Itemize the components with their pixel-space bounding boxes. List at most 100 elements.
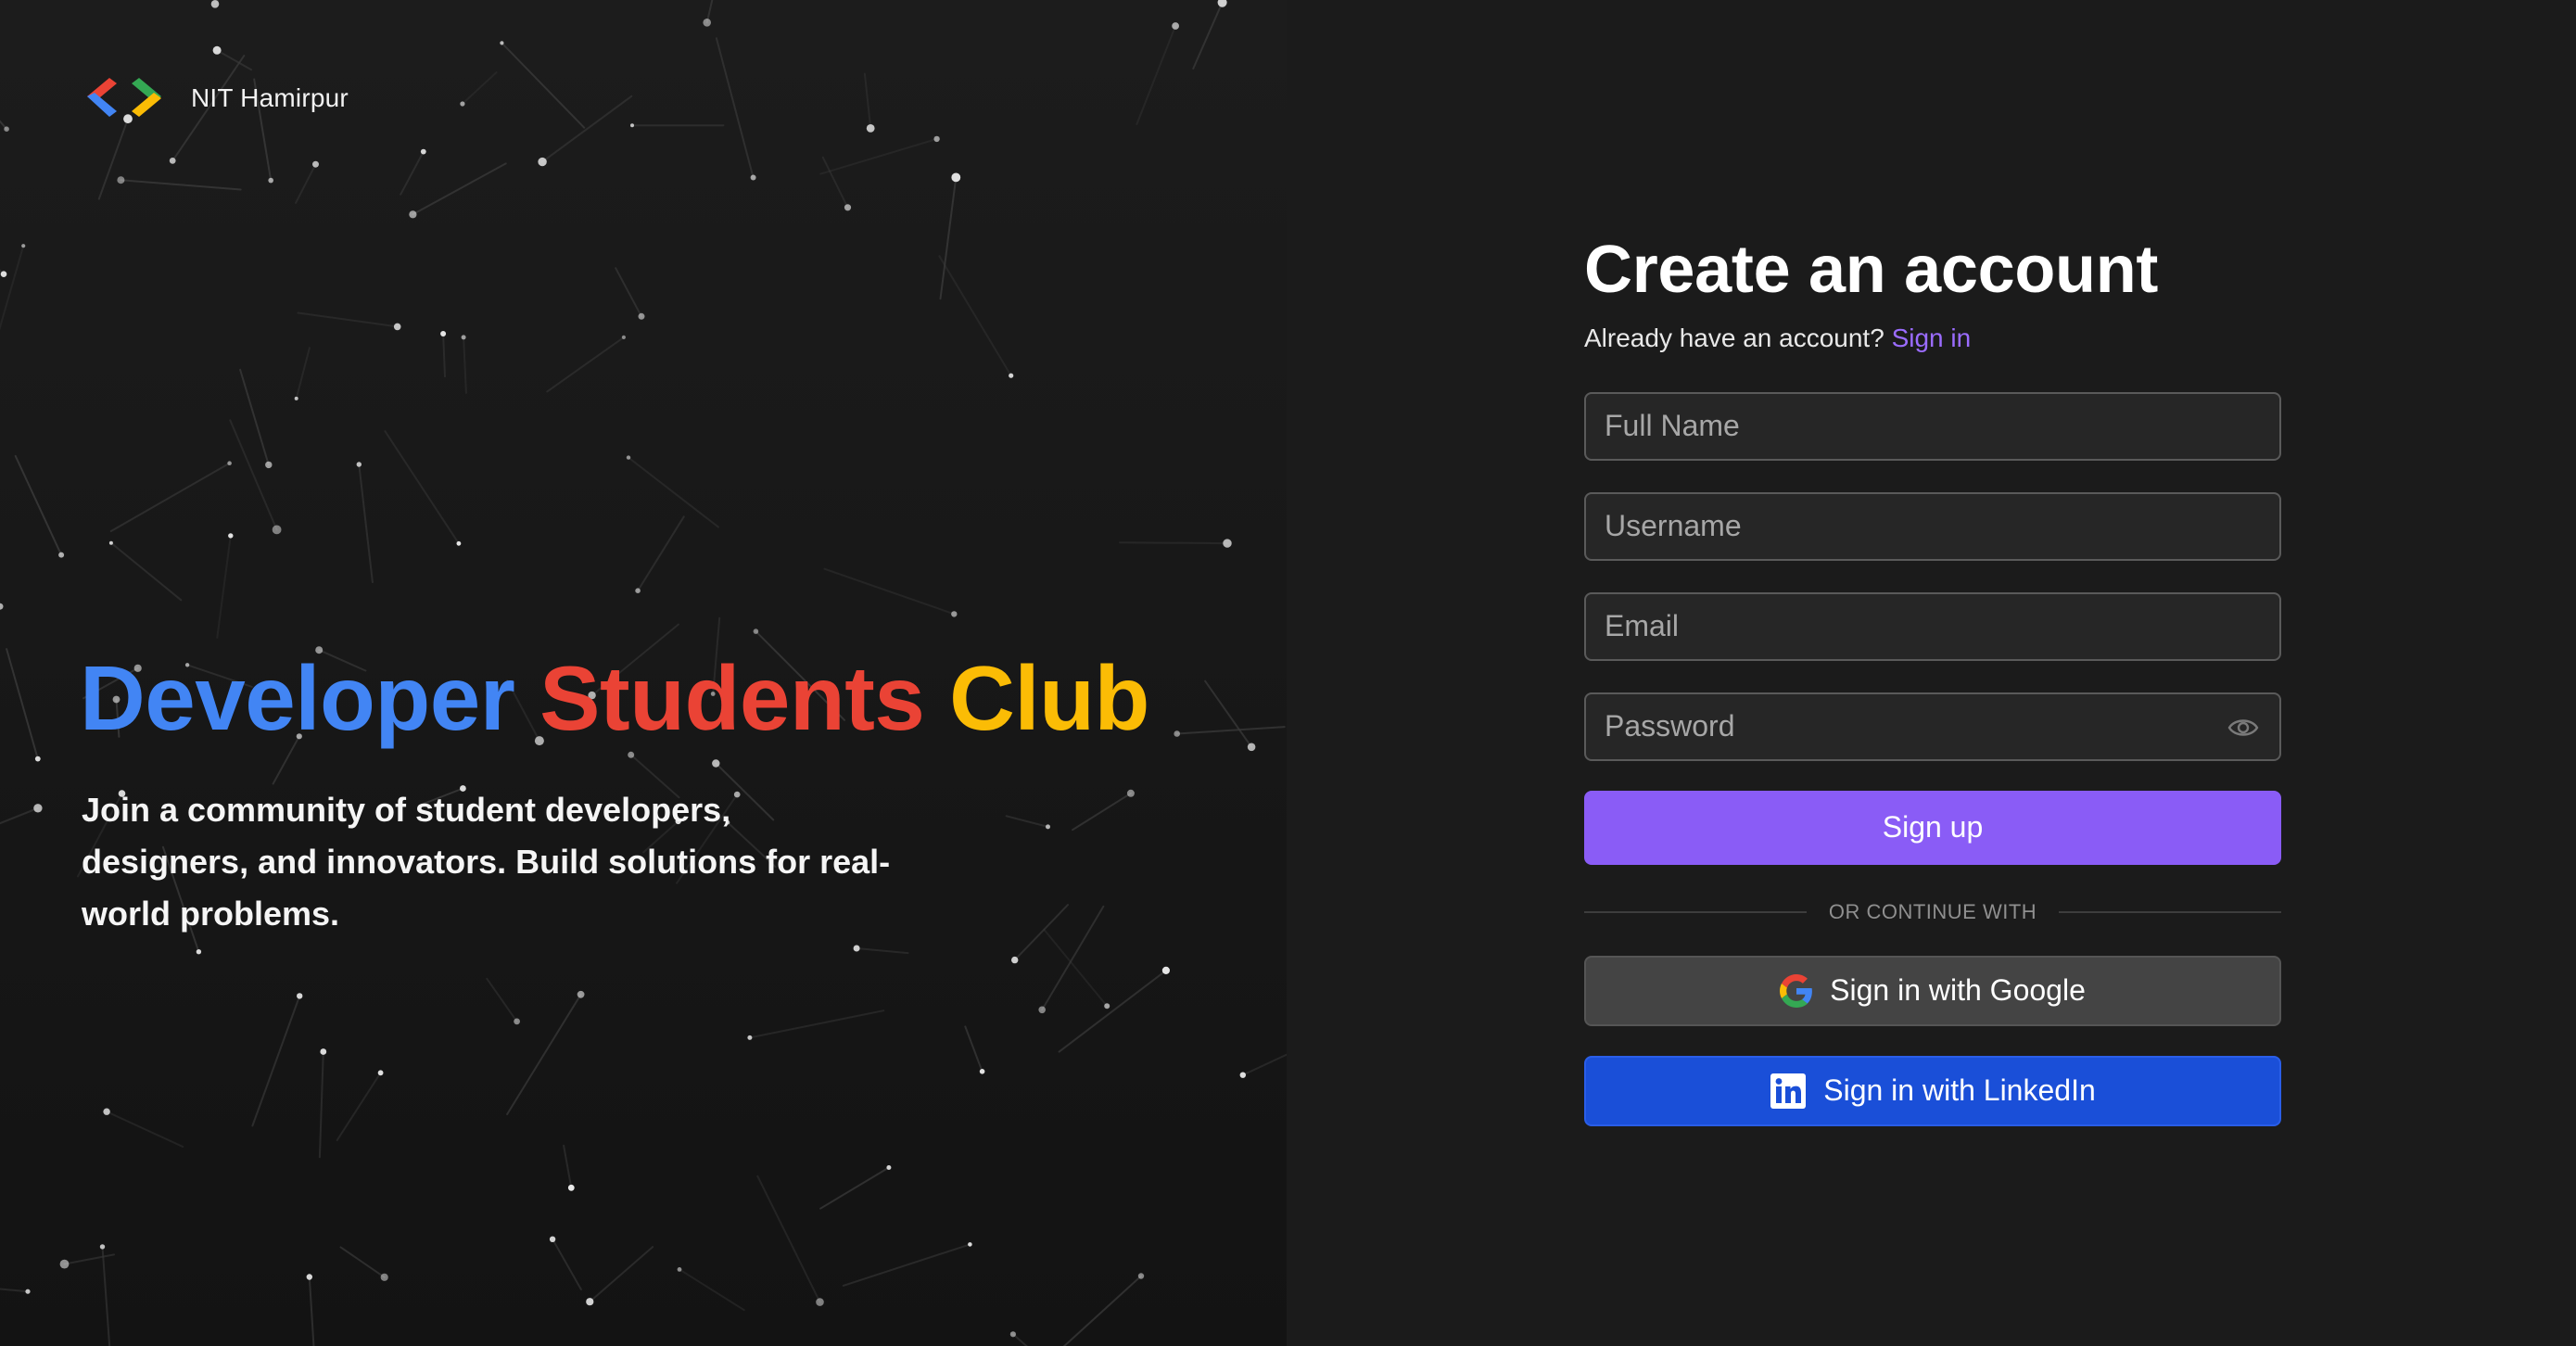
- or-divider: OR CONTINUE WITH: [1584, 899, 2282, 924]
- star-streak: [442, 333, 446, 378]
- star-dot: [169, 158, 176, 164]
- signup-form: Create an account Already have an accoun…: [1584, 232, 2282, 1126]
- star-streak: [461, 71, 498, 105]
- star-dot: [712, 759, 720, 768]
- star-dot: [979, 1069, 985, 1074]
- star-streak: [715, 37, 755, 179]
- divider-text: OR CONTINUE WITH: [1828, 899, 2037, 923]
- star-dot: [1247, 743, 1256, 752]
- star-dot: [210, 0, 220, 8]
- star-streak: [0, 245, 25, 331]
- star-streak: [823, 567, 956, 616]
- linkedin-signin-label: Sign in with LinkedIn: [1823, 1073, 2096, 1108]
- star-dot: [25, 1289, 31, 1294]
- google-icon: [1780, 973, 1813, 1008]
- email-input[interactable]: [1586, 593, 2279, 659]
- star-dot: [21, 244, 26, 248]
- star-streak: [637, 515, 685, 592]
- password-field: [1584, 692, 2281, 761]
- star-streak: [546, 336, 625, 393]
- star-streak: [1175, 726, 1286, 735]
- hero-title: Developer Students Club: [80, 647, 1149, 749]
- star-streak: [339, 1246, 386, 1278]
- star-streak: [295, 347, 311, 400]
- star-dot: [626, 455, 631, 460]
- star-dot: [320, 1048, 327, 1055]
- star-dot: [212, 45, 222, 55]
- star-streak: [229, 419, 278, 531]
- star-dot: [228, 533, 234, 539]
- star-dot: [380, 1273, 388, 1281]
- star-dot: [420, 148, 426, 155]
- form-panel: Create an account Already have an accoun…: [1287, 0, 2576, 1346]
- star-streak: [1136, 25, 1177, 125]
- star-streak: [541, 95, 633, 163]
- star-dot: [456, 540, 462, 546]
- signin-prompt: Already have an account? Sign in: [1584, 324, 2281, 353]
- google-signin-button[interactable]: Sign in with Google: [1584, 955, 2281, 1026]
- star-dot: [1011, 956, 1019, 964]
- username-input[interactable]: [1586, 493, 2279, 559]
- star-streak: [0, 120, 8, 131]
- star-streak: [106, 1111, 184, 1148]
- gdsc-logo-icon: [87, 78, 161, 117]
- star-dot: [816, 1298, 824, 1306]
- star-streak: [336, 1072, 382, 1141]
- star-streak: [14, 454, 63, 556]
- star-streak: [120, 179, 242, 191]
- star-dot: [951, 611, 958, 617]
- star-streak: [756, 1175, 821, 1303]
- star-streak: [216, 534, 232, 639]
- divider-line-left: [1584, 910, 1807, 913]
- star-streak: [1119, 541, 1228, 545]
- star-dot: [33, 804, 43, 813]
- star-dot: [227, 461, 232, 466]
- hero-title-club: Club: [949, 647, 1149, 749]
- star-streak: [819, 137, 938, 175]
- signup-button[interactable]: Sign up: [1584, 790, 2281, 865]
- star-dot: [377, 1070, 384, 1076]
- star-streak: [6, 648, 39, 760]
- fullname-input[interactable]: [1586, 393, 2279, 459]
- star-dot: [968, 1242, 972, 1247]
- star-dot: [1009, 373, 1014, 378]
- star-dot: [196, 948, 202, 955]
- star-dot: [621, 335, 627, 339]
- hero-title-developer: Developer: [80, 647, 515, 749]
- star-streak: [748, 1010, 885, 1039]
- star-streak: [358, 463, 374, 583]
- star-dot: [58, 552, 65, 558]
- star-streak: [1013, 904, 1069, 961]
- star-dot: [750, 174, 756, 181]
- star-streak: [101, 1245, 111, 1346]
- star-streak: [63, 1253, 115, 1265]
- star-streak: [628, 456, 719, 528]
- star-streak: [863, 72, 872, 130]
- brand[interactable]: NIT Hamirpur: [82, 74, 349, 122]
- eye-icon[interactable]: [2227, 715, 2259, 741]
- hero-subtitle: Join a community of student developers, …: [82, 791, 891, 933]
- star-streak: [938, 255, 1012, 377]
- star-streak: [705, 0, 714, 24]
- star-dot: [500, 41, 504, 45]
- star-dot: [108, 540, 113, 545]
- star-dot: [265, 461, 273, 469]
- password-input[interactable]: [1586, 693, 2279, 759]
- star-dot: [628, 751, 635, 758]
- star-streak: [856, 947, 909, 955]
- star-streak: [400, 150, 425, 196]
- linkedin-icon: [1770, 1073, 1807, 1109]
- star-streak: [563, 1144, 573, 1189]
- signin-link[interactable]: Sign in: [1892, 324, 1972, 352]
- linkedin-signin-button[interactable]: Sign in with LinkedIn: [1584, 1055, 2281, 1126]
- star-streak: [109, 462, 231, 532]
- star-dot: [951, 172, 961, 183]
- signup-page: NIT Hamirpur Developer Students Club Joi…: [0, 0, 2576, 1346]
- star-dot: [59, 1259, 70, 1269]
- star-streak: [842, 1243, 971, 1287]
- star-streak: [501, 42, 586, 129]
- star-dot: [1223, 539, 1232, 548]
- star-streak: [486, 977, 518, 1022]
- star-streak: [109, 541, 183, 602]
- star-streak: [214, 0, 219, 6]
